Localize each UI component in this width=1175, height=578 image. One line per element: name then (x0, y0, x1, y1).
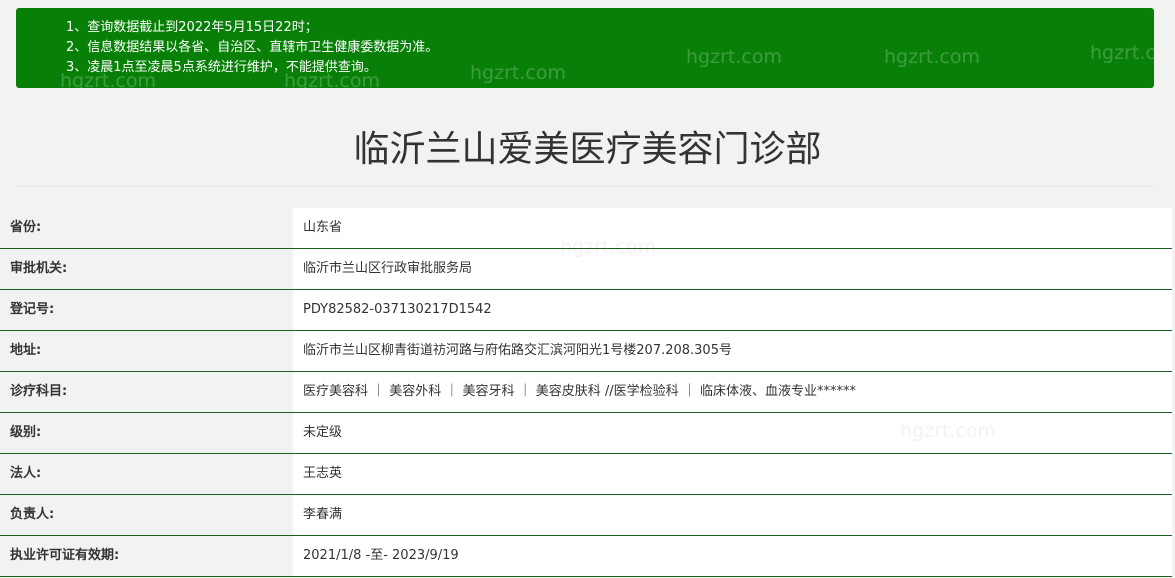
table-row: 负责人: 李春满 (0, 495, 1172, 536)
field-label-person-in-charge: 负责人: (0, 495, 293, 535)
field-value-level: 未定级 (293, 413, 1172, 453)
field-value-license-validity: 2021/1/8 -至- 2023/9/19 (293, 536, 1172, 576)
table-row: 审批机关: 临沂市兰山区行政审批服务局 (0, 249, 1172, 290)
field-value-departments: 医疗美容科 ｜ 美容外科 ｜ 美容牙科 ｜ 美容皮肤科 //医学检验科 ｜ 临床… (293, 372, 1172, 412)
watermark: hgzrt.com (884, 46, 980, 68)
field-value-address: 临沂市兰山区柳青街道祊河路与府佑路交汇滨河阳光1号楼207.208.305号 (293, 331, 1172, 371)
field-label-address: 地址: (0, 331, 293, 371)
field-value-legal-person: 王志英 (293, 454, 1172, 494)
field-label-license-validity: 执业许可证有效期: (0, 536, 293, 576)
field-label-approval-authority: 审批机关: (0, 249, 293, 289)
field-label-province: 省份: (0, 208, 293, 248)
info-table: 省份: 山东省 审批机关: 临沂市兰山区行政审批服务局 登记号: PDY8258… (0, 208, 1172, 577)
table-row: 法人: 王志英 (0, 454, 1172, 495)
watermark: hgzrt.com (1090, 42, 1154, 64)
title-divider (16, 186, 1154, 187)
notice-line: 2、信息数据结果以各省、自治区、直辖市卫生健康委数据为准。 (66, 40, 439, 55)
field-label-departments: 诊疗科目: (0, 372, 293, 412)
watermark: hgzrt.com (686, 46, 782, 68)
table-row: 登记号: PDY82582-037130217D1542 (0, 290, 1172, 331)
notice-list: 1、查询数据截止到2022年5月15日22时； 2、信息数据结果以各省、自治区、… (66, 18, 438, 78)
field-label-level: 级别: (0, 413, 293, 453)
notice-line: 1、查询数据截止到2022年5月15日22时； (66, 20, 318, 35)
field-label-legal-person: 法人: (0, 454, 293, 494)
watermark: hgzrt.com (470, 62, 566, 84)
field-label-registration-no: 登记号: (0, 290, 293, 330)
field-value-person-in-charge: 李春满 (293, 495, 1172, 535)
table-row: 诊疗科目: 医疗美容科 ｜ 美容外科 ｜ 美容牙科 ｜ 美容皮肤科 //医学检验… (0, 372, 1172, 413)
field-value-approval-authority: 临沂市兰山区行政审批服务局 (293, 249, 1172, 289)
field-value-province: 山东省 (293, 208, 1172, 248)
table-row: 级别: 未定级 (0, 413, 1172, 454)
notice-banner: hgzrt.com hgzrt.com hgzrt.com hgzrt.com … (16, 8, 1154, 88)
page-title: 临沂兰山爱美医疗美容门诊部 (353, 129, 822, 170)
table-row: 地址: 临沂市兰山区柳青街道祊河路与府佑路交汇滨河阳光1号楼207.208.30… (0, 331, 1172, 372)
table-row: 省份: 山东省 (0, 208, 1172, 249)
table-row: 执业许可证有效期: 2021/1/8 -至- 2023/9/19 (0, 536, 1172, 577)
notice-line: 3、凌晨1点至凌晨5点系统进行维护，不能提供查询。 (66, 60, 377, 75)
field-value-registration-no: PDY82582-037130217D1542 (293, 290, 1172, 330)
